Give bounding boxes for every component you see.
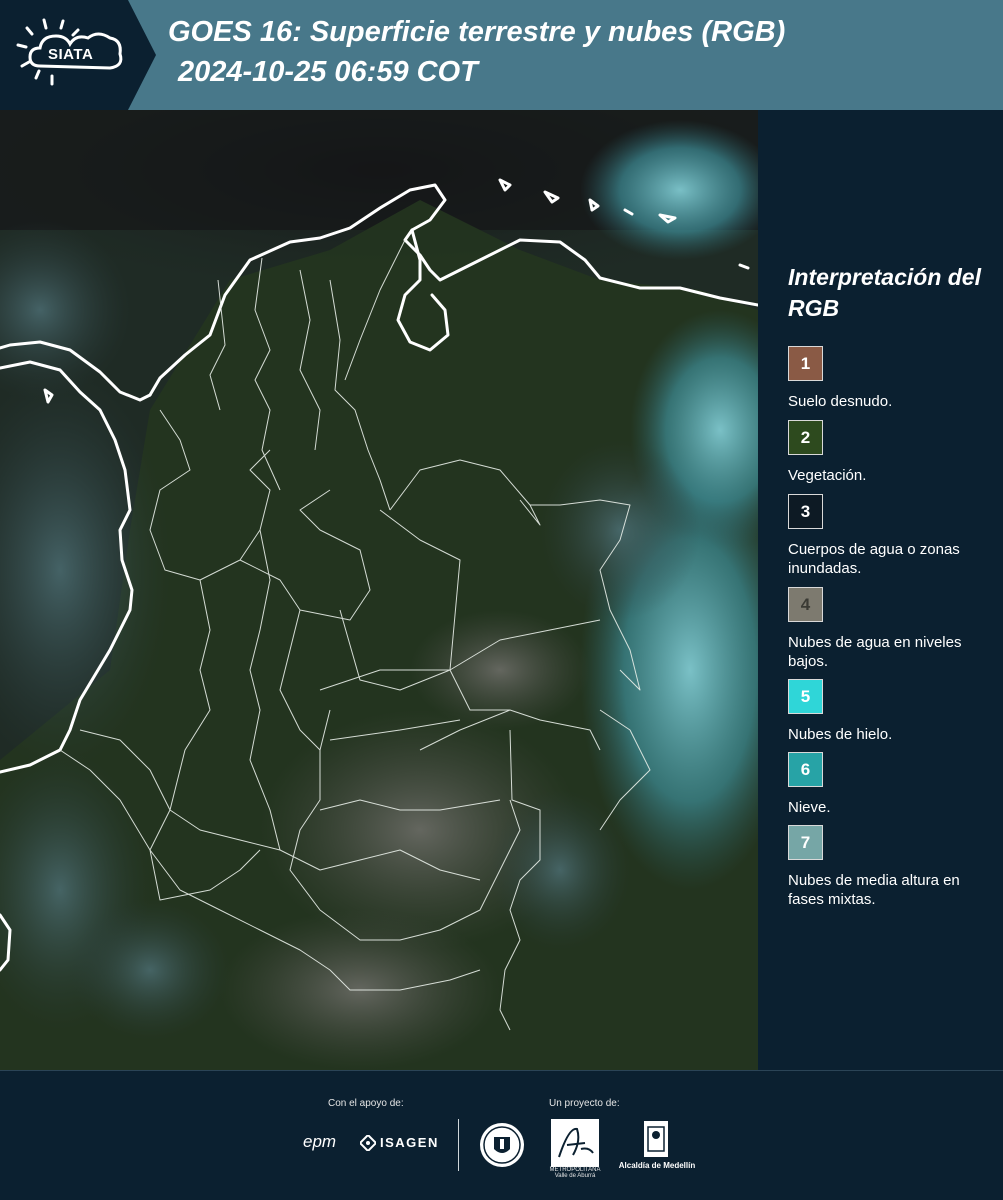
legend-swatch: 7 — [788, 825, 823, 860]
legend-panel: Interpretación del RGB 1 Suelo desnudo. … — [758, 110, 1003, 1070]
alcaldia-coat-of-arms-icon — [644, 1121, 668, 1157]
legend-swatch: 2 — [788, 420, 823, 455]
area-metropolitana-text: METROPOLITANA Valle de Aburrá — [549, 1167, 601, 1179]
legend-swatch: 4 — [788, 587, 823, 622]
area-metropolitana-logo-icon — [551, 1119, 599, 1167]
legend-swatch: 3 — [788, 494, 823, 529]
medellin-seal-icon — [480, 1123, 524, 1167]
legend-swatch: 6 — [788, 752, 823, 787]
legend-label: Nubes de agua en niveles bajos. — [788, 634, 962, 670]
isagen-logo: ISAGEN — [380, 1135, 439, 1150]
siata-logo: SIATA — [0, 0, 156, 110]
support-caption: Con el apoyo de: — [328, 1098, 404, 1109]
legend-label: Nubes de media altura en fases mixtas. — [788, 872, 960, 908]
epm-logo: epm — [303, 1132, 337, 1151]
legend-label: Vegetación. — [788, 467, 867, 484]
header-bar: SIATA GOES 16: Superficie terrestre y nu… — [0, 0, 1003, 110]
timestamp: 2024-10-25 06:59 COT — [178, 56, 478, 88]
footer: Con el apoyo de: Un proyecto de: epm ISA… — [0, 1070, 1003, 1200]
alcaldia-text: Alcaldía de Medellín — [618, 1161, 696, 1170]
legend-title: Interpretación del RGB — [788, 264, 981, 321]
satellite-map — [0, 110, 758, 1070]
project-caption: Un proyecto de: — [549, 1098, 620, 1109]
legend-label: Nubes de hielo. — [788, 726, 893, 743]
page-title: GOES 16: Superficie terrestre y nubes (R… — [168, 16, 786, 48]
legend-label: Suelo desnudo. — [788, 393, 893, 410]
legend-swatch: 1 — [788, 346, 823, 381]
satellite-image — [0, 110, 758, 1070]
footer-divider — [458, 1119, 459, 1171]
siata-logo-text: SIATA — [48, 46, 94, 63]
legend-label: Cuerpos de agua o zonas inundadas. — [788, 541, 960, 577]
legend-label: Nieve. — [788, 799, 831, 816]
legend-swatch: 5 — [788, 679, 823, 714]
isagen-icon — [360, 1135, 376, 1151]
